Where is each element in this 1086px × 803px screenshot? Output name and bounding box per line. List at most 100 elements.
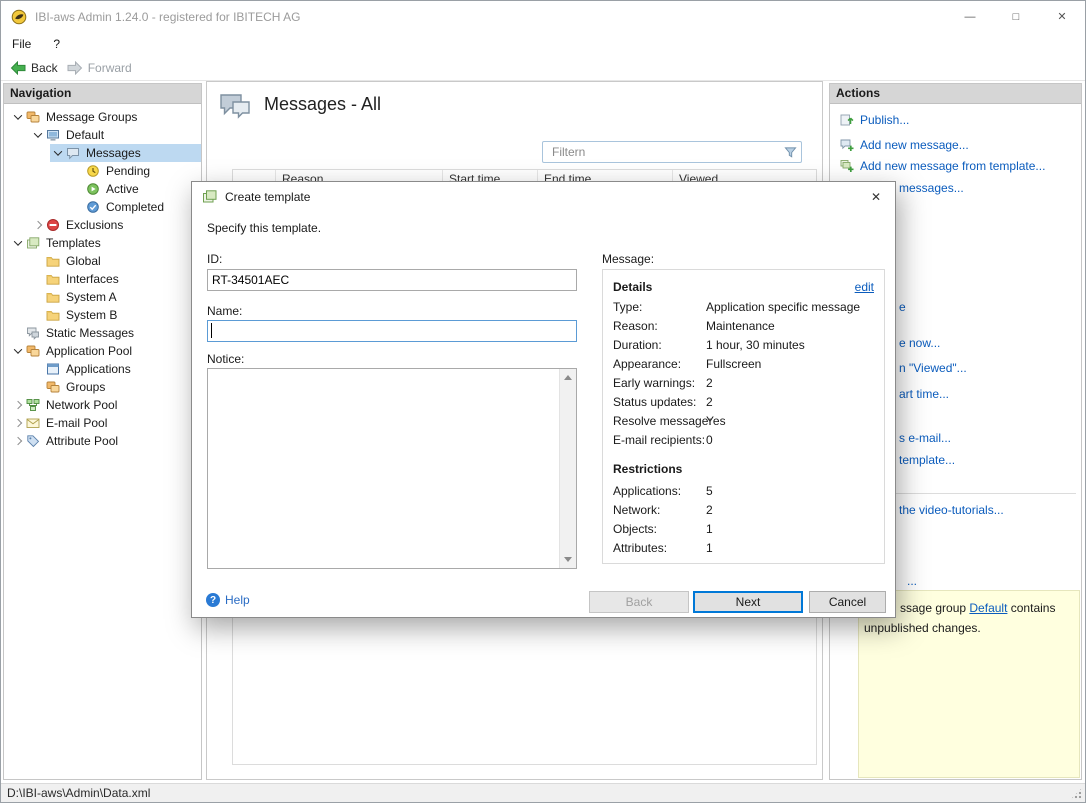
filter-icon[interactable] — [779, 146, 801, 159]
action-fragment[interactable]: s e-mail... — [899, 431, 951, 445]
help-link[interactable]: ? Help — [206, 593, 250, 607]
tree-label: Active — [106, 182, 139, 196]
menu-file[interactable]: File — [1, 32, 42, 56]
back-button[interactable]: Back — [10, 61, 58, 75]
tree-item-attribute-pool[interactable]: Attribute Pool — [4, 432, 201, 450]
chevron-right-icon[interactable] — [30, 216, 46, 234]
back-dialog-button[interactable]: Back — [589, 591, 689, 613]
cancel-button[interactable]: Cancel — [809, 591, 886, 613]
close-icon: ✕ — [1057, 11, 1067, 23]
dialog-titlebar: Create template ✕ — [192, 182, 895, 212]
action-fragment[interactable]: template... — [899, 453, 955, 467]
action-add-new-message[interactable]: Add new message... — [840, 138, 969, 152]
tree-item-application-pool[interactable]: Application Pool — [4, 342, 201, 360]
tree-item-active[interactable]: Active — [4, 180, 201, 198]
chevron-down-icon[interactable] — [10, 108, 26, 126]
tree-label: System A — [66, 290, 117, 304]
tree-item-email-pool[interactable]: E-mail Pool — [4, 414, 201, 432]
restriction-label: Attributes: — [613, 541, 668, 555]
detail-label: Early warnings: — [613, 376, 696, 390]
filter-input[interactable] — [543, 145, 779, 159]
tree-item-templates[interactable]: Templates — [4, 234, 201, 252]
notification-line1: ssage group Default contains — [900, 601, 1055, 615]
notice-textarea[interactable] — [207, 368, 577, 569]
tree-item-pending[interactable]: Pending — [4, 162, 201, 180]
folder-icon — [46, 272, 62, 286]
tree-item-network-pool[interactable]: Network Pool — [4, 396, 201, 414]
minimize-button[interactable]: — — [947, 1, 993, 32]
tree-label: Application Pool — [46, 344, 133, 358]
app-window: IBI-aws Admin 1.24.0 - registered for IB… — [0, 0, 1086, 803]
action-add-from-template[interactable]: Add new message from template... — [840, 159, 1045, 173]
chevron-down-icon[interactable] — [10, 234, 26, 252]
notification-line2: unpublished changes. — [864, 621, 981, 635]
tree-item-messages[interactable]: Messages — [4, 144, 201, 162]
action-fragment[interactable]: e now... — [899, 336, 940, 350]
dialog-close-button[interactable]: ✕ — [863, 186, 889, 208]
templates-icon — [26, 236, 42, 250]
pending-icon — [86, 164, 102, 178]
tree-item-system-b[interactable]: System B — [4, 306, 201, 324]
tree-item-exclusions[interactable]: Exclusions — [4, 216, 201, 234]
next-button[interactable]: Next — [693, 591, 803, 613]
maximize-icon: □ — [1012, 10, 1020, 23]
template-id-input[interactable] — [207, 269, 577, 291]
chevron-down-icon[interactable] — [10, 342, 26, 360]
chevron-right-icon[interactable] — [10, 396, 26, 414]
tree-item-applications[interactable]: Applications — [4, 360, 201, 378]
scroll-up-icon[interactable] — [564, 375, 572, 380]
template-name-input[interactable] — [207, 320, 577, 342]
action-fragment[interactable]: n "Viewed"... — [899, 361, 967, 375]
restriction-label: Objects: — [613, 522, 658, 536]
detail-value: Maintenance — [706, 319, 775, 333]
tree-label: Pending — [106, 164, 151, 178]
tree-item-message-groups[interactable]: Message Groups — [4, 108, 201, 126]
folder-icon — [46, 290, 62, 304]
restriction-row: Applications: 5 — [613, 484, 880, 503]
edit-link[interactable]: edit — [855, 280, 874, 294]
create-template-icon — [203, 190, 217, 203]
scrollbar[interactable] — [559, 369, 576, 568]
forward-button[interactable]: Forward — [67, 61, 132, 75]
minimize-icon: — — [964, 10, 976, 23]
tree-item-groups[interactable]: Groups — [4, 378, 201, 396]
scroll-down-icon[interactable] — [564, 557, 572, 562]
tree-item-static-messages[interactable]: Static Messages — [4, 324, 201, 342]
applications-icon — [46, 362, 62, 376]
tree-item-interfaces[interactable]: Interfaces — [4, 270, 201, 288]
default-group-link[interactable]: Default — [969, 601, 1007, 615]
menu-help[interactable]: ? — [42, 32, 71, 56]
tree-label: E-mail Pool — [46, 416, 108, 430]
menubar: File ? — [1, 32, 1085, 56]
folder-icon — [46, 308, 62, 322]
completed-icon — [86, 200, 102, 214]
chevron-down-icon[interactable] — [50, 144, 66, 162]
navigation-tree: Message Groups Default Messages Pending … — [4, 104, 201, 450]
tree-item-system-a[interactable]: System A — [4, 288, 201, 306]
detail-value: 2 — [706, 376, 713, 390]
chevron-down-icon[interactable] — [30, 126, 46, 144]
chevron-right-icon[interactable] — [10, 414, 26, 432]
action-fragment[interactable]: e — [899, 300, 906, 314]
action-publish[interactable]: Publish... — [840, 113, 909, 127]
actions-header: Actions — [830, 84, 1081, 104]
tree-item-global[interactable]: Global — [4, 252, 201, 270]
action-fragment-video-tutorials[interactable]: the video-tutorials... — [899, 503, 1004, 517]
maximize-button[interactable]: □ — [993, 1, 1039, 32]
action-fragment[interactable]: messages... — [899, 181, 964, 195]
close-button[interactable]: ✕ — [1039, 1, 1085, 32]
forward-arrow-icon — [67, 61, 82, 75]
restriction-value: 1 — [706, 522, 713, 536]
message-summary-panel: Details edit Type: Application specific m… — [602, 269, 885, 564]
statusbar: D:\IBI-aws\Admin\Data.xml — [1, 783, 1085, 802]
restriction-label: Applications: — [613, 484, 682, 498]
help-label: Help — [225, 593, 250, 607]
action-fragment[interactable]: ... — [907, 574, 917, 588]
tree-item-default[interactable]: Default — [4, 126, 201, 144]
action-fragment[interactable]: art time... — [899, 387, 949, 401]
detail-label: Reason: — [613, 319, 658, 333]
message-icon — [66, 146, 82, 160]
chevron-right-icon[interactable] — [10, 432, 26, 450]
tree-item-completed[interactable]: Completed — [4, 198, 201, 216]
